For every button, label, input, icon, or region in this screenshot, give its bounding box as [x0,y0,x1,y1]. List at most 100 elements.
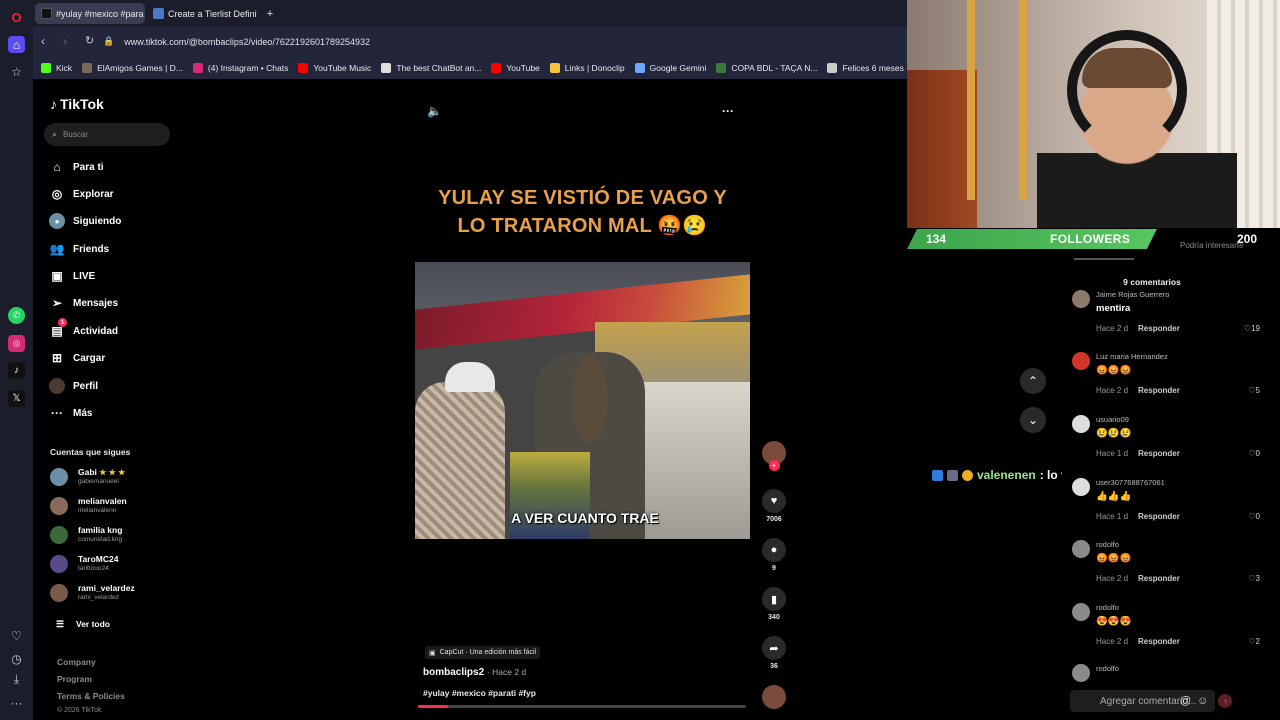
commenter-avatar[interactable] [1072,664,1090,682]
following-account[interactable]: melianvalen melianvalenn [50,496,127,515]
bookmark-item[interactable]: Kick [41,62,72,73]
nav-siguiendo[interactable]: ● Siguiendo [49,213,121,229]
download-icon[interactable]: ⤓ [8,671,25,688]
bookmark-item[interactable]: Links | Donoclip [549,62,625,73]
reply-button[interactable]: Responder [1138,324,1180,333]
search-input[interactable]: ⌕ Buscar [44,123,170,146]
comment-like-button[interactable]: ♡3 [1248,574,1260,583]
mention-icon[interactable]: @ [1180,695,1191,707]
bookmark-item[interactable]: Google Gemini [634,62,706,73]
bookmark-item[interactable]: Felices 6 meses [827,62,904,73]
follow-plus-icon[interactable]: + [768,460,780,471]
opera-logo-icon[interactable]: O [8,9,25,26]
nav-friends[interactable]: 👥 Friends [49,241,110,257]
commenter-name[interactable]: rodolfo [1096,664,1119,673]
comment-input[interactable]: Agregar comentario... @ ☺ ↑ [1070,690,1270,712]
comment-like-button[interactable]: ♡5 [1248,386,1260,395]
commenter-avatar[interactable] [1072,540,1090,558]
capcut-tag[interactable]: ▣ CapCut · Una edición más fácil [425,646,541,659]
nav-live[interactable]: ▣ LIVE [49,268,95,284]
heart-icon[interactable]: ♡ [8,627,25,644]
following-account[interactable]: TaroMC24 tarittooo24 [50,554,118,573]
tiktok-logo[interactable]: ♪ TikTok [50,96,104,112]
commenter-name[interactable]: user3077688767061 [1096,478,1165,487]
tab-tierlist[interactable]: Create a Tierlist Definitiva [147,3,257,24]
comment-like-button[interactable]: ♡0 [1248,449,1260,458]
author-avatar-button[interactable]: + [762,441,786,471]
account-avatar [50,496,68,515]
home-icon[interactable]: ⌂ [8,36,25,53]
following-account[interactable]: rami_velardez rami_velardez [50,583,135,602]
more-icon[interactable]: ··· [8,694,25,711]
url-field[interactable]: 🔒 www.tiktok.com/@bombaclips2/video/7622… [103,31,893,52]
video-hashtags[interactable]: #yulay #mexico #parati #fyp [423,688,536,698]
comment-time: Hace 2 d [1096,386,1129,395]
tiktok-icon[interactable]: ♪ [8,362,25,379]
like-button[interactable]: ♥ 7006 [762,489,786,523]
reply-button[interactable]: Responder [1138,512,1180,521]
more-options-icon[interactable]: ··· [722,104,734,118]
bookmark-item[interactable]: COPA BDL - TAÇA N... [716,62,817,73]
commenter-avatar[interactable] [1072,603,1090,621]
commenter-name[interactable]: rodolfo [1096,540,1119,549]
comment-button[interactable]: ● 9 [762,538,786,572]
share-button[interactable]: ➦ 36 [762,636,786,670]
save-button[interactable]: ▮ 340 [762,587,786,621]
reply-button[interactable]: Responder [1138,449,1180,458]
comment-like-button[interactable]: ♡2 [1248,637,1260,646]
nav-explorar[interactable]: ◎ Explorar [49,186,114,202]
bookmark-item[interactable]: YouTube Music [298,62,371,73]
instagram-icon[interactable]: ◎ [8,335,25,352]
reply-button[interactable]: Responder [1138,637,1180,646]
commenter-name[interactable]: Luz maria Hernandez [1096,352,1168,361]
commenter-avatar[interactable] [1072,290,1090,308]
commenter-name[interactable]: rodolfo [1096,603,1119,612]
commenter-name[interactable]: usuario09 [1096,415,1129,424]
following-account[interactable]: Gabi ★ ★ ★ gabiemanueel [50,467,125,486]
previous-video-button[interactable]: ⌃ [1020,368,1046,394]
forward-icon[interactable]: › [63,34,67,48]
arrow-up-icon: ↑ [1223,696,1228,706]
video-player[interactable]: A VER CUANTO TRAE [415,262,750,539]
commenter-avatar[interactable] [1072,352,1090,370]
nav-mas[interactable]: ··· Más [49,405,92,421]
star-icon[interactable]: ☆ [8,63,25,80]
comment-input-box[interactable]: Agregar comentario... [1070,690,1215,712]
reply-button[interactable]: Responder [1138,574,1180,583]
bookmark-item[interactable]: (4) Instagram • Chats [192,62,288,73]
nav-actividad[interactable]: ▤ 1 Actividad [49,318,118,339]
see-all-link[interactable]: ☰ Ver todo [52,616,110,632]
volume-icon[interactable]: 🔈 [427,104,442,118]
following-account[interactable]: familia kng comunidad.kng [50,525,122,544]
commenter-avatar[interactable] [1072,478,1090,496]
send-comment-button[interactable]: ↑ [1218,694,1233,708]
video-progress-bar[interactable] [418,705,746,708]
x-icon[interactable]: 𝕏 [8,390,25,407]
new-tab-button[interactable]: + [259,3,281,24]
history-icon[interactable]: ◷ [8,650,25,667]
nav-mensajes[interactable]: ➢ Mensajes [49,295,118,311]
footer-program[interactable]: Program [57,674,92,684]
reload-icon[interactable]: ↻ [85,34,94,47]
nav-perfil[interactable]: Perfil [49,378,98,394]
tab-tiktok[interactable]: #yulay #mexico #para [35,3,145,24]
commenter-name[interactable]: Jaime Rojas Guerrero [1096,290,1169,299]
nav-para-ti[interactable]: ⌂ Para ti [49,159,103,175]
whatsapp-icon[interactable]: ✆ [8,307,25,324]
heart-outline-icon: ♡ [1248,449,1256,458]
bookmark-item[interactable]: ElAmigos Games | D... [82,62,183,73]
music-disc-button[interactable] [762,685,786,709]
footer-company[interactable]: Company [57,657,96,667]
commenter-avatar[interactable] [1072,415,1090,433]
reply-button[interactable]: Responder [1138,386,1180,395]
next-video-button[interactable]: ⌄ [1020,407,1046,433]
footer-terms[interactable]: Terms & Policies [57,691,125,701]
bookmark-item[interactable]: YouTube [491,62,540,73]
comment-like-button[interactable]: ♡19 [1244,324,1260,333]
bookmark-item[interactable]: The best ChatBot an... [381,62,481,73]
video-author[interactable]: bombaclips2 · Hace 2 d [423,667,526,678]
nav-cargar[interactable]: ⊞ Cargar [49,350,105,366]
comment-like-button[interactable]: ♡0 [1248,512,1260,521]
back-icon[interactable]: ‹ [41,34,45,48]
emoji-icon[interactable]: ☺ [1197,695,1208,707]
